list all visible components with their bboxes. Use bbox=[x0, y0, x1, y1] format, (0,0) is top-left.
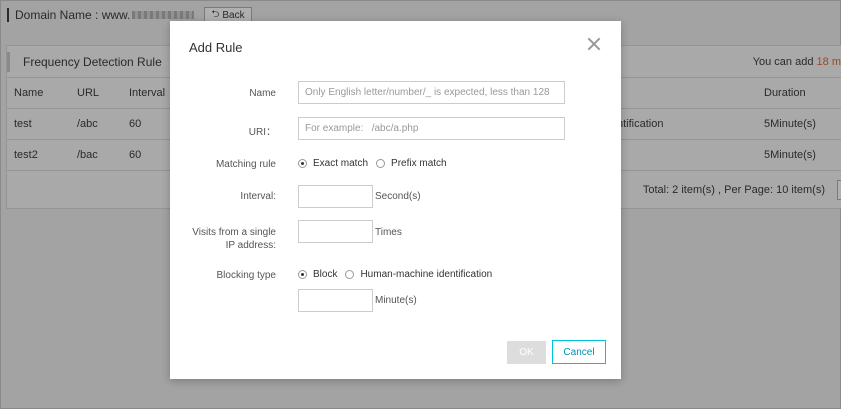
blocking-type-label: Blocking type bbox=[216, 270, 276, 281]
radio-unselected-icon bbox=[376, 159, 386, 168]
uri-label: URI： bbox=[248, 127, 276, 138]
panel-title: Frequency Detection Rule bbox=[23, 54, 162, 69]
radio-selected-icon bbox=[298, 270, 307, 279]
col-name: Name bbox=[14, 87, 44, 99]
cell-url: /bac bbox=[77, 149, 98, 161]
cell-url: /abc bbox=[77, 118, 98, 130]
pagination-total: Total: 2 item(s) , Per Page: 10 item(s) bbox=[642, 184, 825, 196]
interval-input[interactable] bbox=[298, 185, 373, 208]
radio-prefix-match[interactable]: Prefix match bbox=[376, 158, 447, 169]
title-marker bbox=[7, 8, 9, 22]
cell-interval: 60 bbox=[129, 118, 142, 130]
cancel-button[interactable]: Cancel bbox=[552, 340, 606, 364]
cell-duration: 5Minute(s) bbox=[764, 149, 816, 161]
visits-label-line1: Visits from a single bbox=[192, 227, 276, 238]
cell-duration: 5Minute(s) bbox=[764, 118, 816, 130]
radio-exact-match[interactable]: Exact match bbox=[298, 158, 368, 169]
matching-rule-group: Exact match Prefix match bbox=[298, 158, 455, 169]
cell-name: test bbox=[14, 118, 32, 130]
radio-prefix-label: Prefix match bbox=[391, 158, 447, 169]
close-icon[interactable] bbox=[586, 36, 602, 52]
radio-human-machine-label: Human-machine identification bbox=[360, 269, 493, 280]
duration-input[interactable] bbox=[298, 289, 373, 312]
name-label: Name bbox=[249, 88, 276, 99]
cell-action: ntification bbox=[617, 118, 664, 130]
interval-unit: Second(s) bbox=[375, 191, 421, 202]
col-duration: Duration bbox=[764, 87, 806, 99]
duration-unit: Minute(s) bbox=[375, 295, 417, 306]
quota-prefix: You can add bbox=[752, 56, 814, 68]
back-button-label: Back bbox=[222, 9, 245, 21]
radio-exact-label: Exact match bbox=[313, 158, 369, 169]
visits-input[interactable] bbox=[298, 220, 373, 243]
radio-block[interactable]: Block bbox=[298, 269, 337, 280]
ok-button[interactable]: OK bbox=[507, 341, 546, 364]
cell-interval: 60 bbox=[129, 149, 142, 161]
domain-label: Domain Name : www. bbox=[15, 8, 131, 22]
quota-suffix: m bbox=[831, 56, 841, 68]
interval-label: Interval: bbox=[240, 191, 276, 202]
radio-selected-icon bbox=[298, 159, 307, 168]
dialog-title: Add Rule bbox=[189, 40, 243, 55]
quota-number: 18 bbox=[816, 56, 829, 68]
add-rule-dialog: Add Rule Name URI： Matching rule Exact m… bbox=[170, 21, 621, 379]
page-size-select[interactable] bbox=[837, 180, 841, 200]
visits-label-line2: IP address: bbox=[225, 240, 276, 251]
visits-unit: Times bbox=[375, 227, 402, 238]
col-interval: Interval bbox=[129, 87, 166, 99]
col-url: URL bbox=[77, 87, 100, 99]
matching-rule-label: Matching rule bbox=[215, 159, 276, 170]
cell-name: test2 bbox=[14, 149, 38, 161]
name-input[interactable] bbox=[298, 81, 565, 104]
uri-input[interactable] bbox=[298, 117, 565, 140]
blocking-type-group: Block Human-machine identification bbox=[298, 269, 500, 280]
radio-block-label: Block bbox=[313, 269, 338, 280]
domain-redacted bbox=[132, 11, 195, 19]
quota-text: You can add 18 m bbox=[753, 56, 841, 68]
radio-unselected-icon bbox=[345, 270, 355, 279]
panel-marker bbox=[7, 52, 10, 72]
radio-human-machine[interactable]: Human-machine identification bbox=[345, 269, 492, 280]
